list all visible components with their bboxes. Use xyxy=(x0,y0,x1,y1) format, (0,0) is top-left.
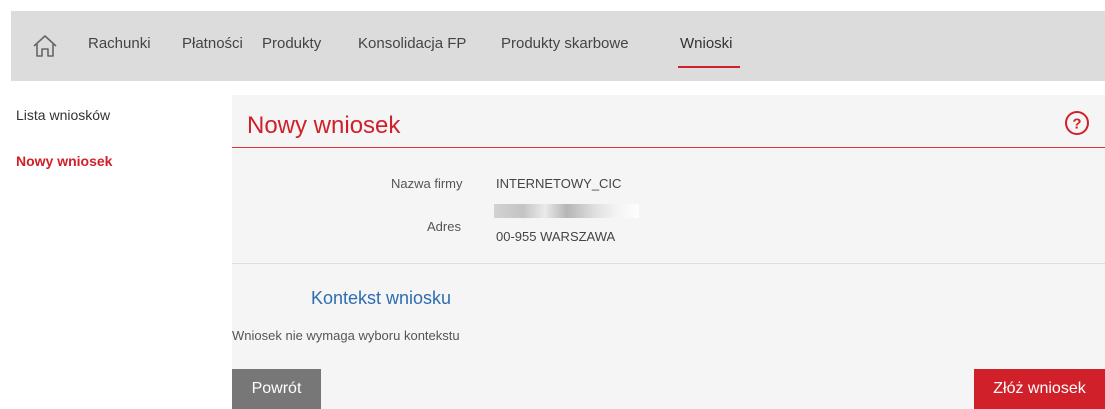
address-city: 00-955 WARSZAWA xyxy=(496,229,616,244)
nav-item-platnosci[interactable]: Płatności xyxy=(182,35,243,52)
nav-item-konsolidacja-fp[interactable]: Konsolidacja FP xyxy=(358,35,466,52)
svg-text:?: ? xyxy=(1072,116,1081,133)
page-title: Nowy wniosek xyxy=(247,112,401,139)
home-icon[interactable] xyxy=(32,33,58,59)
nav-item-produkty-skarbowe[interactable]: Produkty skarbowe xyxy=(501,35,629,52)
top-navigation: Rachunki Płatności Produkty Konsolidacja… xyxy=(11,11,1105,81)
help-icon[interactable]: ? xyxy=(1064,110,1090,136)
nav-item-produkty[interactable]: Produkty xyxy=(262,35,321,52)
sidebar-item-nowy-wniosek[interactable]: Nowy wniosek xyxy=(16,153,112,169)
nav-item-rachunki[interactable]: Rachunki xyxy=(88,35,151,52)
active-tab-indicator xyxy=(678,66,740,68)
redacted-address-line xyxy=(494,204,639,218)
context-section-title: Kontekst wniosku xyxy=(311,288,452,308)
title-divider xyxy=(232,147,1105,148)
company-name-label: Nazwa firmy xyxy=(391,176,463,191)
company-name-value: INTERNETOWY_CIC xyxy=(496,176,622,191)
section-divider xyxy=(232,263,1105,264)
nav-item-wnioski[interactable]: Wnioski xyxy=(680,35,733,52)
address-label: Adres xyxy=(427,219,461,234)
main-panel xyxy=(232,95,1105,409)
back-button[interactable]: Powrót xyxy=(232,369,321,409)
sidebar-item-lista-wnioskow[interactable]: Lista wniosków xyxy=(16,107,110,123)
context-note: Wniosek nie wymaga wyboru kontekstu xyxy=(232,328,460,343)
submit-button[interactable]: Złóż wniosek xyxy=(974,369,1105,409)
